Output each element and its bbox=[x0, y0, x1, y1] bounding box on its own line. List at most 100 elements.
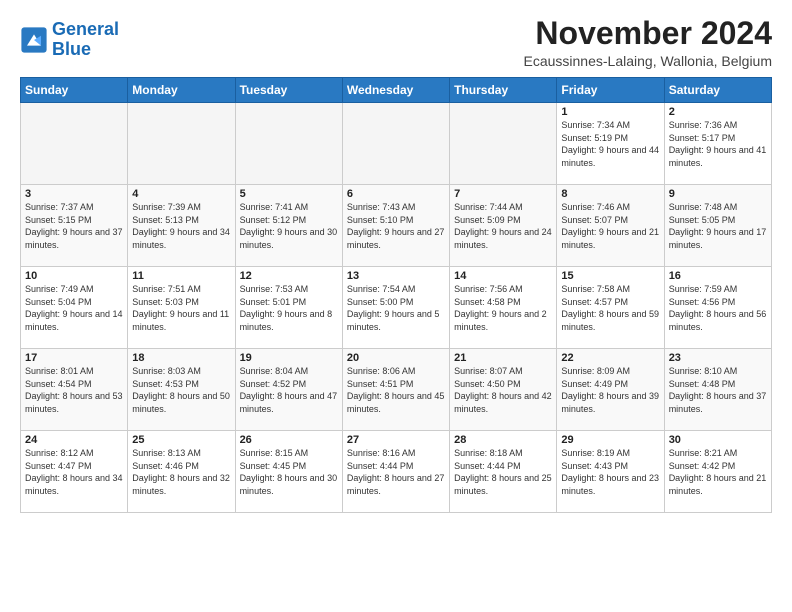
calendar-week-4: 17Sunrise: 8:01 AM Sunset: 4:54 PM Dayli… bbox=[21, 349, 772, 431]
table-row: 17Sunrise: 8:01 AM Sunset: 4:54 PM Dayli… bbox=[21, 349, 128, 431]
day-number: 22 bbox=[561, 352, 659, 364]
calendar-header-row: Sunday Monday Tuesday Wednesday Thursday… bbox=[21, 78, 772, 103]
table-row: 9Sunrise: 7:48 AM Sunset: 5:05 PM Daylig… bbox=[664, 185, 771, 267]
day-info: Sunrise: 8:13 AM Sunset: 4:46 PM Dayligh… bbox=[132, 447, 230, 497]
table-row: 21Sunrise: 8:07 AM Sunset: 4:50 PM Dayli… bbox=[450, 349, 557, 431]
day-number: 12 bbox=[240, 270, 338, 282]
day-number: 13 bbox=[347, 270, 445, 282]
table-row: 18Sunrise: 8:03 AM Sunset: 4:53 PM Dayli… bbox=[128, 349, 235, 431]
calendar-week-1: 1Sunrise: 7:34 AM Sunset: 5:19 PM Daylig… bbox=[21, 103, 772, 185]
day-info: Sunrise: 7:36 AM Sunset: 5:17 PM Dayligh… bbox=[669, 119, 767, 169]
day-number: 27 bbox=[347, 434, 445, 446]
day-number: 7 bbox=[454, 188, 552, 200]
day-info: Sunrise: 8:15 AM Sunset: 4:45 PM Dayligh… bbox=[240, 447, 338, 497]
col-thursday: Thursday bbox=[450, 78, 557, 103]
day-number: 23 bbox=[669, 352, 767, 364]
table-row: 14Sunrise: 7:56 AM Sunset: 4:58 PM Dayli… bbox=[450, 267, 557, 349]
month-title: November 2024 bbox=[524, 16, 773, 51]
table-row: 19Sunrise: 8:04 AM Sunset: 4:52 PM Dayli… bbox=[235, 349, 342, 431]
page: General Blue November 2024 Ecaussinnes-L… bbox=[0, 0, 792, 523]
day-info: Sunrise: 8:06 AM Sunset: 4:51 PM Dayligh… bbox=[347, 365, 445, 415]
day-number: 5 bbox=[240, 188, 338, 200]
logo-icon bbox=[20, 26, 48, 54]
day-info: Sunrise: 7:51 AM Sunset: 5:03 PM Dayligh… bbox=[132, 283, 230, 333]
table-row: 24Sunrise: 8:12 AM Sunset: 4:47 PM Dayli… bbox=[21, 431, 128, 513]
day-number: 10 bbox=[25, 270, 123, 282]
day-info: Sunrise: 8:09 AM Sunset: 4:49 PM Dayligh… bbox=[561, 365, 659, 415]
table-row: 7Sunrise: 7:44 AM Sunset: 5:09 PM Daylig… bbox=[450, 185, 557, 267]
title-block: November 2024 Ecaussinnes-Lalaing, Wallo… bbox=[524, 16, 773, 69]
day-info: Sunrise: 8:12 AM Sunset: 4:47 PM Dayligh… bbox=[25, 447, 123, 497]
table-row: 12Sunrise: 7:53 AM Sunset: 5:01 PM Dayli… bbox=[235, 267, 342, 349]
day-info: Sunrise: 7:34 AM Sunset: 5:19 PM Dayligh… bbox=[561, 119, 659, 169]
table-row: 26Sunrise: 8:15 AM Sunset: 4:45 PM Dayli… bbox=[235, 431, 342, 513]
table-row: 6Sunrise: 7:43 AM Sunset: 5:10 PM Daylig… bbox=[342, 185, 449, 267]
day-number: 20 bbox=[347, 352, 445, 364]
day-number: 4 bbox=[132, 188, 230, 200]
day-number: 2 bbox=[669, 106, 767, 118]
col-monday: Monday bbox=[128, 78, 235, 103]
day-info: Sunrise: 7:53 AM Sunset: 5:01 PM Dayligh… bbox=[240, 283, 338, 333]
day-number: 30 bbox=[669, 434, 767, 446]
table-row: 1Sunrise: 7:34 AM Sunset: 5:19 PM Daylig… bbox=[557, 103, 664, 185]
day-info: Sunrise: 8:21 AM Sunset: 4:42 PM Dayligh… bbox=[669, 447, 767, 497]
day-number: 3 bbox=[25, 188, 123, 200]
table-row: 2Sunrise: 7:36 AM Sunset: 5:17 PM Daylig… bbox=[664, 103, 771, 185]
day-info: Sunrise: 7:37 AM Sunset: 5:15 PM Dayligh… bbox=[25, 201, 123, 251]
day-info: Sunrise: 7:58 AM Sunset: 4:57 PM Dayligh… bbox=[561, 283, 659, 333]
day-info: Sunrise: 7:54 AM Sunset: 5:00 PM Dayligh… bbox=[347, 283, 445, 333]
day-number: 25 bbox=[132, 434, 230, 446]
day-number: 1 bbox=[561, 106, 659, 118]
table-row: 8Sunrise: 7:46 AM Sunset: 5:07 PM Daylig… bbox=[557, 185, 664, 267]
table-row: 3Sunrise: 7:37 AM Sunset: 5:15 PM Daylig… bbox=[21, 185, 128, 267]
day-number: 29 bbox=[561, 434, 659, 446]
day-info: Sunrise: 7:43 AM Sunset: 5:10 PM Dayligh… bbox=[347, 201, 445, 251]
table-row bbox=[21, 103, 128, 185]
day-info: Sunrise: 8:19 AM Sunset: 4:43 PM Dayligh… bbox=[561, 447, 659, 497]
table-row: 5Sunrise: 7:41 AM Sunset: 5:12 PM Daylig… bbox=[235, 185, 342, 267]
col-tuesday: Tuesday bbox=[235, 78, 342, 103]
day-info: Sunrise: 7:56 AM Sunset: 4:58 PM Dayligh… bbox=[454, 283, 552, 333]
table-row: 10Sunrise: 7:49 AM Sunset: 5:04 PM Dayli… bbox=[21, 267, 128, 349]
col-friday: Friday bbox=[557, 78, 664, 103]
table-row: 16Sunrise: 7:59 AM Sunset: 4:56 PM Dayli… bbox=[664, 267, 771, 349]
table-row: 20Sunrise: 8:06 AM Sunset: 4:51 PM Dayli… bbox=[342, 349, 449, 431]
day-info: Sunrise: 8:16 AM Sunset: 4:44 PM Dayligh… bbox=[347, 447, 445, 497]
day-number: 15 bbox=[561, 270, 659, 282]
table-row bbox=[235, 103, 342, 185]
table-row: 25Sunrise: 8:13 AM Sunset: 4:46 PM Dayli… bbox=[128, 431, 235, 513]
day-number: 24 bbox=[25, 434, 123, 446]
table-row: 4Sunrise: 7:39 AM Sunset: 5:13 PM Daylig… bbox=[128, 185, 235, 267]
table-row: 11Sunrise: 7:51 AM Sunset: 5:03 PM Dayli… bbox=[128, 267, 235, 349]
table-row: 22Sunrise: 8:09 AM Sunset: 4:49 PM Dayli… bbox=[557, 349, 664, 431]
day-info: Sunrise: 7:59 AM Sunset: 4:56 PM Dayligh… bbox=[669, 283, 767, 333]
col-sunday: Sunday bbox=[21, 78, 128, 103]
day-number: 28 bbox=[454, 434, 552, 446]
day-info: Sunrise: 7:49 AM Sunset: 5:04 PM Dayligh… bbox=[25, 283, 123, 333]
table-row: 28Sunrise: 8:18 AM Sunset: 4:44 PM Dayli… bbox=[450, 431, 557, 513]
location-subtitle: Ecaussinnes-Lalaing, Wallonia, Belgium bbox=[524, 53, 773, 69]
day-number: 19 bbox=[240, 352, 338, 364]
calendar-table: Sunday Monday Tuesday Wednesday Thursday… bbox=[20, 77, 772, 513]
day-info: Sunrise: 8:03 AM Sunset: 4:53 PM Dayligh… bbox=[132, 365, 230, 415]
logo: General Blue bbox=[20, 20, 119, 60]
table-row: 27Sunrise: 8:16 AM Sunset: 4:44 PM Dayli… bbox=[342, 431, 449, 513]
day-info: Sunrise: 7:41 AM Sunset: 5:12 PM Dayligh… bbox=[240, 201, 338, 251]
logo-text: General Blue bbox=[52, 20, 119, 60]
table-row: 30Sunrise: 8:21 AM Sunset: 4:42 PM Dayli… bbox=[664, 431, 771, 513]
table-row: 13Sunrise: 7:54 AM Sunset: 5:00 PM Dayli… bbox=[342, 267, 449, 349]
table-row bbox=[128, 103, 235, 185]
table-row bbox=[450, 103, 557, 185]
day-number: 6 bbox=[347, 188, 445, 200]
table-row: 23Sunrise: 8:10 AM Sunset: 4:48 PM Dayli… bbox=[664, 349, 771, 431]
table-row: 29Sunrise: 8:19 AM Sunset: 4:43 PM Dayli… bbox=[557, 431, 664, 513]
day-info: Sunrise: 7:39 AM Sunset: 5:13 PM Dayligh… bbox=[132, 201, 230, 251]
day-number: 16 bbox=[669, 270, 767, 282]
calendar-week-2: 3Sunrise: 7:37 AM Sunset: 5:15 PM Daylig… bbox=[21, 185, 772, 267]
day-info: Sunrise: 8:18 AM Sunset: 4:44 PM Dayligh… bbox=[454, 447, 552, 497]
day-number: 21 bbox=[454, 352, 552, 364]
calendar-week-5: 24Sunrise: 8:12 AM Sunset: 4:47 PM Dayli… bbox=[21, 431, 772, 513]
col-wednesday: Wednesday bbox=[342, 78, 449, 103]
day-number: 17 bbox=[25, 352, 123, 364]
col-saturday: Saturday bbox=[664, 78, 771, 103]
